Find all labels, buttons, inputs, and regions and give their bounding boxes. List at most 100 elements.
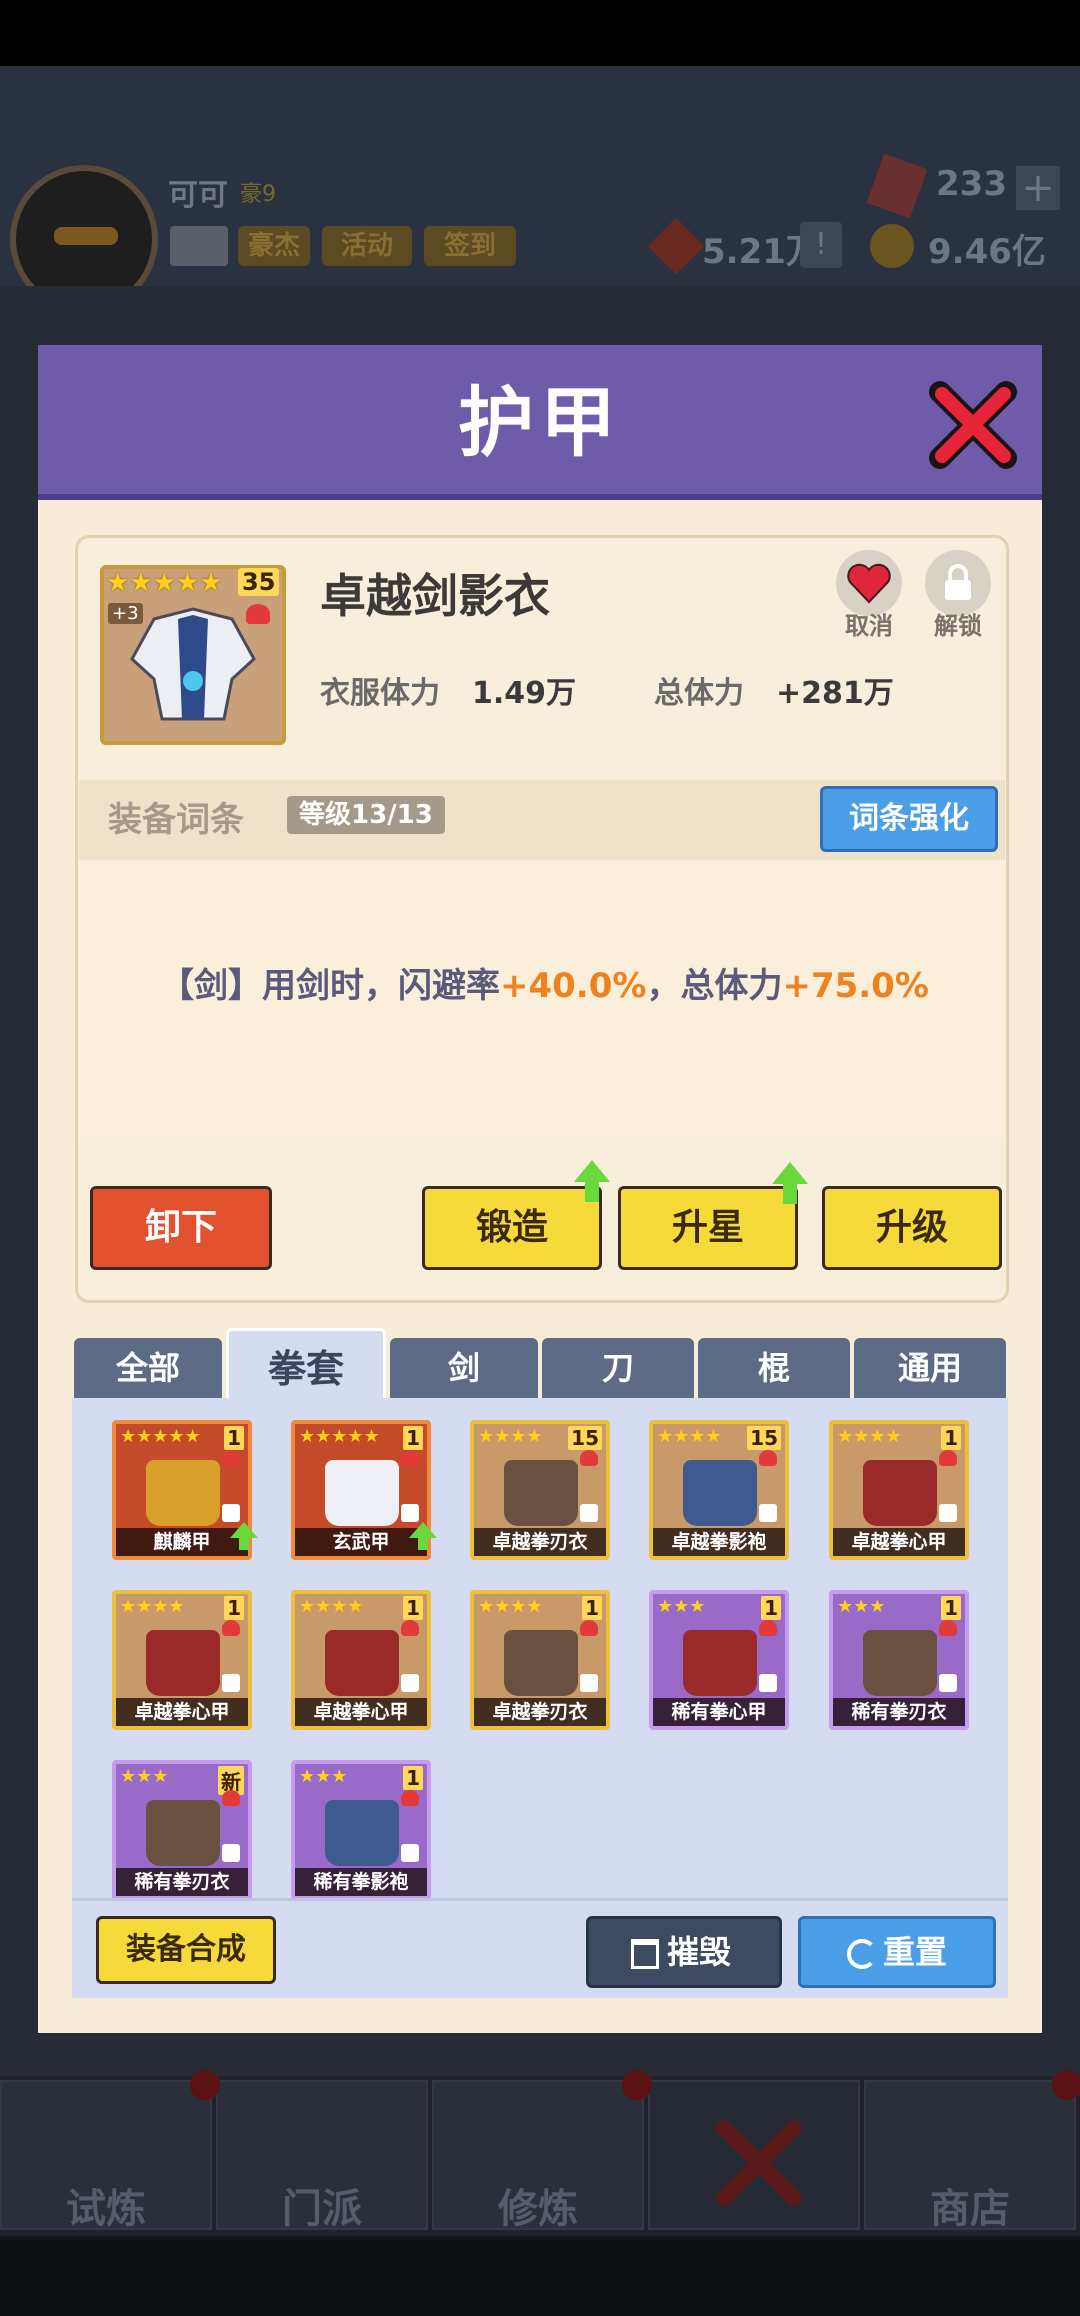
card-stars: ★★★ [120, 1766, 169, 1787]
upgrade-arrow-icon [409, 1522, 437, 1550]
card-name: 麒麟甲 [116, 1528, 248, 1556]
card-name: 卓越拳刃衣 [474, 1528, 606, 1556]
card-stars: ★★★★ [299, 1596, 364, 1617]
armor-icon [146, 1460, 220, 1526]
equipment-card[interactable]: ★★★★ 1 卓越拳心甲 [291, 1590, 431, 1730]
lock-icon [939, 1674, 957, 1692]
card-count: 1 [941, 1426, 961, 1450]
stat-clothing-hp-label: 衣服体力 [320, 676, 440, 711]
heart-icon [222, 1620, 240, 1636]
armor-icon [325, 1800, 399, 1866]
status-bar [0, 0, 1080, 66]
heart-icon [401, 1790, 419, 1806]
lock-icon [222, 1504, 240, 1522]
equipment-card[interactable]: ★★★★ 15 卓越拳影袍 [649, 1420, 789, 1560]
heart-icon [222, 1790, 240, 1806]
equipment-card[interactable]: ★★★ 1 稀有拳刃衣 [829, 1590, 969, 1730]
dialog-title: 护甲 [458, 378, 622, 467]
upgrade-arrow-icon [574, 1160, 610, 1202]
stat-total-hp-value: +281万 [776, 676, 894, 711]
card-name: 稀有拳刃衣 [833, 1698, 965, 1726]
destroy-button[interactable]: 摧毁 [586, 1916, 782, 1988]
tab-blade[interactable]: 刀 [542, 1338, 694, 1398]
card-stars: ★★★★ [478, 1426, 543, 1447]
lock-icon [580, 1504, 598, 1522]
nav-badge-dot [1052, 2070, 1080, 2100]
affix-level-chip: 等级13/13 [287, 796, 445, 834]
gem-count: 233 [936, 164, 1007, 204]
armor-icon [325, 1460, 399, 1526]
nav-trial-label: 试炼 [66, 2186, 146, 2232]
card-name: 稀有拳心甲 [653, 1698, 785, 1726]
card-stars: ★★★ [837, 1596, 886, 1617]
nav-sect-label: 门派 [282, 2186, 362, 2232]
heart-icon [939, 1450, 957, 1466]
lock-icon [580, 1674, 598, 1692]
equipment-card[interactable]: ★★★ 1 稀有拳心甲 [649, 1590, 789, 1730]
equipment-card[interactable]: ★★★★ 1 卓越拳刃衣 [470, 1590, 610, 1730]
synthesize-button[interactable]: 装备合成 [96, 1916, 276, 1984]
cancel-favorite-label: 取消 [845, 612, 893, 640]
tab-all[interactable]: 全部 [74, 1338, 222, 1398]
heart-icon [401, 1620, 419, 1636]
lock-icon [401, 1844, 419, 1862]
card-count: 1 [941, 1596, 961, 1620]
unequip-button[interactable]: 卸下 [90, 1186, 272, 1270]
heart-icon [759, 1620, 777, 1636]
destroy-label: 摧毁 [667, 1933, 732, 1971]
power-info-button[interactable]: ! [800, 222, 842, 268]
affix-enhance-button[interactable]: 词条强化 [820, 786, 998, 852]
reset-label: 重置 [882, 1933, 947, 1971]
tab-sword[interactable]: 剑 [390, 1338, 538, 1398]
lock-icon [759, 1674, 777, 1692]
heart-icon [939, 1620, 957, 1636]
card-stars: ★★★ [299, 1766, 348, 1787]
affix-description: 【剑】用剑时，闪避率+40.0%，总体力+75.0% [160, 966, 929, 1006]
crossed-swords-icon [714, 2118, 804, 2208]
card-count: 1 [403, 1426, 423, 1450]
equipment-card[interactable]: ★★★ 新稀有拳刃衣 [112, 1760, 252, 1900]
card-count: 1 [582, 1596, 602, 1620]
armor-icon [683, 1630, 757, 1696]
checkin-button[interactable]: 签到 [424, 226, 516, 266]
event-button[interactable]: 活动 [322, 226, 412, 266]
card-count: 1 [403, 1596, 423, 1620]
nav-badge-dot [622, 2070, 652, 2100]
card-count: 1 [403, 1766, 423, 1790]
heart-icon [580, 1620, 598, 1636]
player-name: 可可 [168, 178, 228, 213]
equipment-card[interactable]: ★★★★ 1 卓越拳心甲 [112, 1590, 252, 1730]
card-name: 稀有拳刃衣 [116, 1868, 248, 1896]
star-up-button[interactable]: 升星 [618, 1186, 798, 1270]
lock-icon [222, 1844, 240, 1862]
card-name: 稀有拳影袍 [295, 1868, 427, 1896]
mail-icon[interactable] [170, 226, 228, 266]
add-gems-button[interactable]: + [1016, 166, 1060, 210]
tab-gloves[interactable]: 拳套 [226, 1328, 386, 1398]
card-stars: ★★★★★ [299, 1426, 380, 1447]
heart-icon [401, 1450, 419, 1466]
lock-icon [222, 1674, 240, 1692]
tab-staff[interactable]: 棍 [698, 1338, 850, 1398]
close-icon[interactable] [928, 380, 1018, 470]
card-count: 15 [568, 1426, 602, 1450]
lock-icon [759, 1504, 777, 1522]
card-name: 玄武甲 [295, 1528, 427, 1556]
stat-clothing-hp-value: 1.49万 [472, 676, 577, 711]
tab-general[interactable]: 通用 [854, 1338, 1006, 1398]
heart-icon [580, 1450, 598, 1466]
upgrade-arrow-icon [230, 1522, 258, 1550]
upgrade-button[interactable]: 升级 [822, 1186, 1002, 1270]
lock-icon [401, 1504, 419, 1522]
card-name: 卓越拳心甲 [295, 1698, 427, 1726]
item-plus-badge: +3 [108, 603, 143, 624]
equipment-card[interactable]: ★★★ 1 稀有拳影袍 [291, 1760, 431, 1900]
armor-icon [146, 1630, 220, 1696]
equipment-card[interactable]: ★★★★ 1 卓越拳心甲 [829, 1420, 969, 1560]
equipment-card[interactable]: ★★★★ 15 卓越拳刃衣 [470, 1420, 610, 1560]
armor-icon [325, 1630, 399, 1696]
hero-button[interactable]: 豪杰 [238, 226, 310, 266]
reset-button[interactable]: 重置 [798, 1916, 996, 1988]
trash-icon [631, 1939, 659, 1969]
armor-icon [683, 1460, 757, 1526]
